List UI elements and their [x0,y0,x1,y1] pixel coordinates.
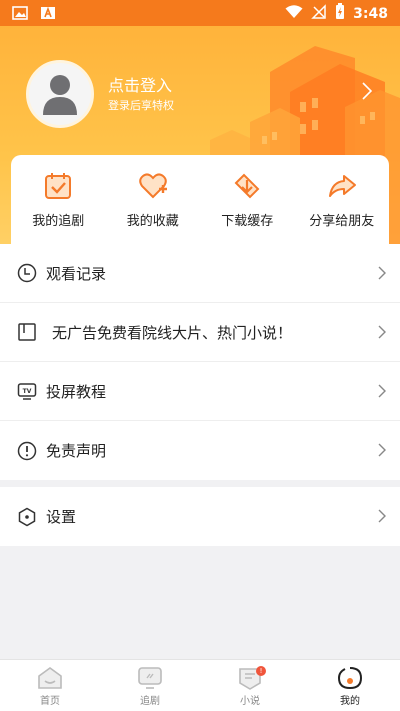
battery-charging-icon [335,3,345,24]
exclamation-icon [17,441,37,460]
chevron-right-icon [378,384,386,398]
nav-home[interactable]: 首页 [0,660,100,711]
quick-action-label: 我的收藏 [126,214,179,229]
svg-text:TV: TV [23,388,32,395]
menu-item-label: 设置 [46,508,77,526]
menu-list: 观看记录 无广告免费看院线大片、热门小说！ TV 投屏教程 免责声明 [0,244,400,480]
nav-label: 首页 [40,696,60,707]
bottom-nav: 首页 追剧 ! 小说 我的 [0,659,400,711]
menu-item-promo[interactable]: 无广告免费看院线大片、热门小说！ [0,303,400,362]
profile-icon [337,667,363,690]
clock-icon [17,263,37,283]
home-icon [38,667,62,689]
menu-item-label: 投屏教程 [46,382,107,401]
menu-item-disclaimer[interactable]: 免责声明 [0,421,400,480]
settings-list: 设置 [0,487,400,546]
share-arrow-icon [328,175,356,197]
no-signal-icon [311,3,327,24]
status-bar: 3:48 [0,0,400,26]
wifi-icon [285,4,303,23]
menu-item-label: 无广告免费看院线大片、热门小说！ [52,323,293,342]
chevron-right-icon [378,325,386,339]
quick-action-my-follow[interactable]: 我的追剧 [11,155,106,245]
nav-label: 小说 [240,696,260,707]
menu-item-cast-tutorial[interactable]: TV 投屏教程 [0,362,400,421]
user-silhouette-icon [43,75,77,115]
chevron-right-icon [378,509,386,523]
menu-item-watch-history[interactable]: 观看记录 [0,244,400,303]
menu-item-label: 观看记录 [46,264,107,283]
chevron-right-icon [378,443,386,457]
login-subtitle: 登录后享特权 [108,99,174,112]
chevron-right-icon[interactable] [362,82,372,100]
avatar[interactable] [26,60,94,128]
download-box-icon [234,173,260,199]
nav-mine[interactable]: 我的 [300,660,400,711]
book-icon [18,323,36,341]
chevron-right-icon [378,266,386,280]
tv-icon: TV [17,383,37,400]
calendar-check-icon [45,173,72,199]
quick-action-downloads[interactable]: 下载缓存 [200,155,295,245]
status-time: 3:48 [353,5,388,22]
menu-item-label: 免责声明 [46,442,107,460]
menu-item-settings[interactable]: 设置 [0,487,400,546]
heart-plus-icon [139,173,167,199]
quick-action-favorites[interactable]: 我的收藏 [106,155,201,245]
settings-hex-icon [18,507,36,526]
quick-action-label: 下载缓存 [221,214,274,229]
quick-action-label: 分享给朋友 [309,214,375,229]
tv-play-icon [138,667,162,689]
image-notification-icon [12,5,28,20]
quick-action-label: 我的追剧 [32,214,85,229]
app-notification-icon [40,5,56,19]
quick-action-share[interactable]: 分享给朋友 [295,155,390,245]
nav-label: 我的 [340,696,360,707]
login-title[interactable]: 点击登入 [108,72,172,96]
notification-badge: ! [256,666,266,676]
nav-novel[interactable]: ! 小说 [200,660,300,711]
nav-follow[interactable]: 追剧 [100,660,200,711]
nav-label: 追剧 [140,696,160,707]
quick-actions-card: 我的追剧 我的收藏 下载缓存 分享给朋友 [11,155,389,245]
